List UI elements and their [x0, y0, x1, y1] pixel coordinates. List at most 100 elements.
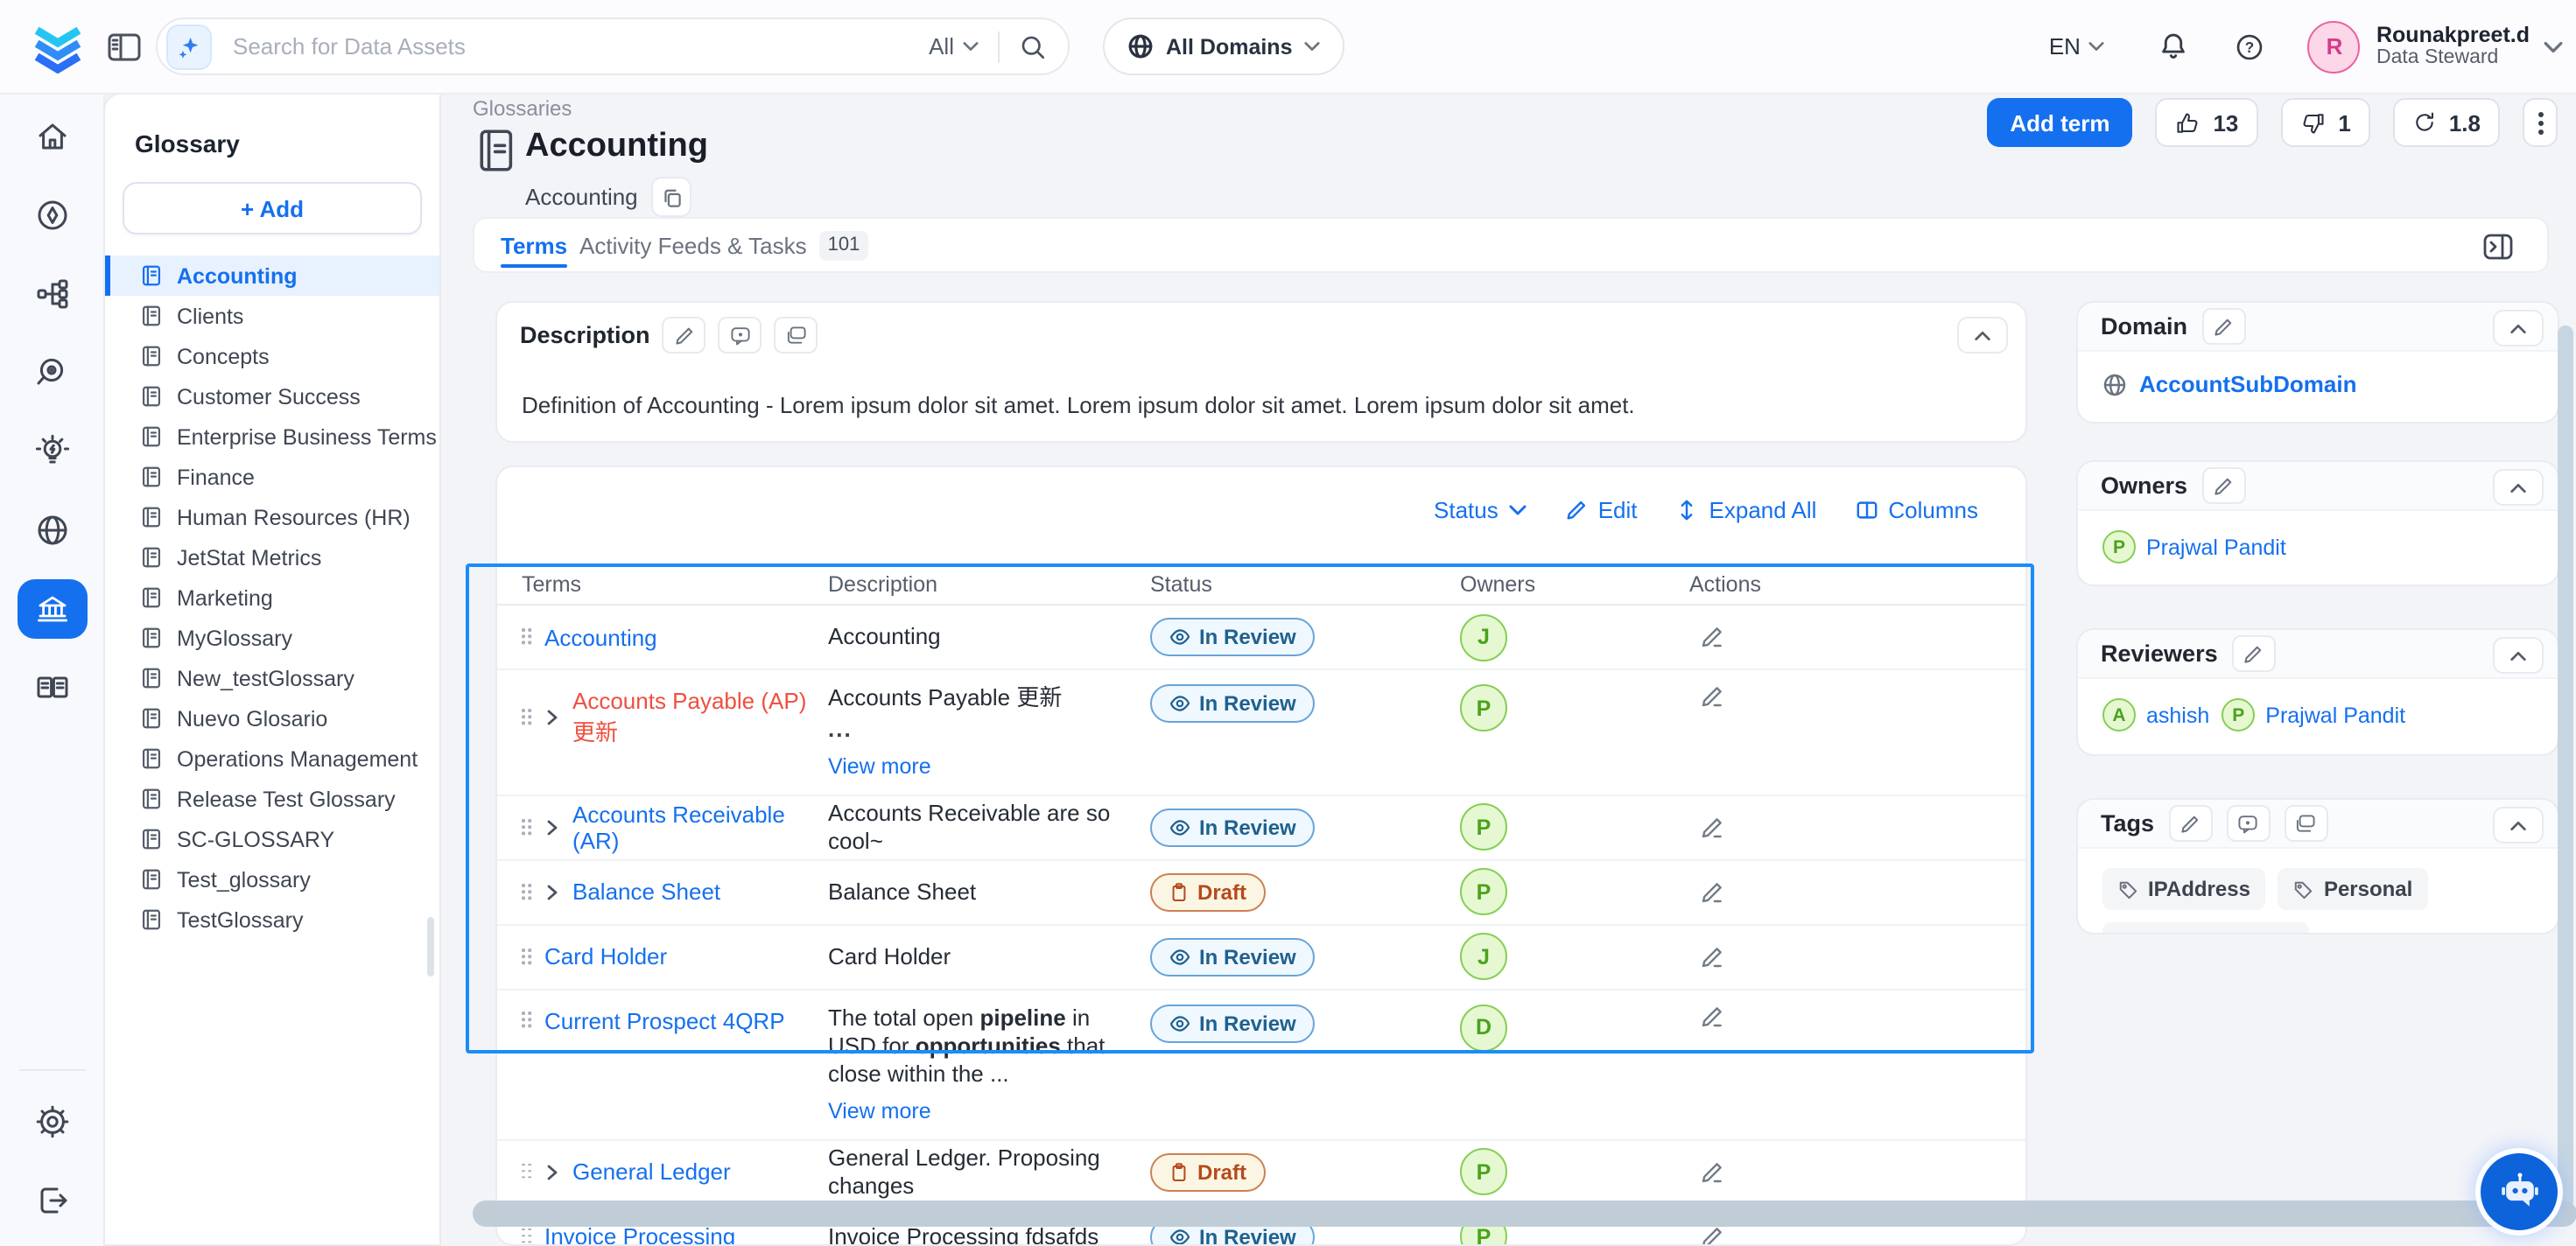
status-badge[interactable]: In Review [1150, 1004, 1316, 1043]
glossary-list-item[interactable]: Nuevo Glosario [105, 698, 439, 738]
comment-tags-button[interactable] [2226, 805, 2270, 842]
status-badge[interactable]: In Review [1150, 938, 1316, 976]
edit-action-icon[interactable] [1700, 684, 1724, 709]
expand-all-button[interactable]: Expand All [1676, 497, 1817, 523]
glossary-list-item[interactable]: Release Test Glossary [105, 779, 439, 819]
edit-description-button[interactable] [663, 317, 706, 354]
nav-insights[interactable] [0, 411, 103, 490]
search-icon[interactable] [1019, 32, 1047, 60]
suggest-tags-button[interactable] [2284, 805, 2327, 842]
edit-owners-button[interactable] [2201, 467, 2245, 504]
horizontal-scrollbar[interactable] [473, 1200, 2576, 1227]
suggestions-button[interactable] [775, 317, 818, 354]
edit-action-icon[interactable] [1700, 1160, 1724, 1185]
nav-explore[interactable] [0, 175, 103, 254]
status-badge[interactable]: Draft [1150, 1153, 1266, 1192]
status-badge[interactable]: In Review [1150, 618, 1316, 656]
version-button[interactable]: 1.8 [2393, 98, 2500, 147]
user-info[interactable]: Rounakpreet.d Data Steward [2376, 22, 2530, 70]
columns-button[interactable]: Columns [1855, 497, 1978, 523]
nav-domains[interactable] [0, 490, 103, 569]
glossary-list-item[interactable]: Enterprise Business Terms [105, 416, 439, 457]
column-header-owners[interactable]: Owners [1439, 572, 1668, 597]
status-badge[interactable]: In Review [1150, 808, 1316, 847]
right-panel-toggle-icon[interactable] [2482, 231, 2514, 262]
collate-logo-icon[interactable] [28, 16, 88, 75]
edit-action-icon[interactable] [1700, 1225, 1724, 1246]
status-filter-dropdown[interactable]: Status [1434, 497, 1527, 523]
nav-logout[interactable] [0, 1160, 103, 1239]
glossary-list-item[interactable]: SC-GLOSSARY [105, 819, 439, 859]
nav-lineage[interactable] [0, 254, 103, 332]
glossary-list-item[interactable]: Human Resources (HR) [105, 497, 439, 537]
glossary-list-item[interactable]: Accounting [105, 256, 439, 296]
expand-row-chevron-icon[interactable] [544, 884, 560, 901]
term-link[interactable]: Balance Sheet [572, 879, 720, 906]
sidebar-toggle-icon[interactable] [107, 30, 142, 65]
glossary-list-item[interactable]: Marketing [105, 578, 439, 618]
glossary-list-item[interactable]: Clients [105, 296, 439, 336]
term-link[interactable]: Accounting [544, 624, 657, 650]
glossary-list-item[interactable]: Customer Success [105, 376, 439, 416]
glossary-list-item[interactable]: Finance [105, 457, 439, 497]
owner-avatar[interactable]: P [1460, 804, 1507, 851]
nav-home[interactable] [0, 96, 103, 175]
vertical-scrollbar[interactable] [2558, 326, 2573, 1209]
owner-name-link[interactable]: Prajwal Pandit [2146, 535, 2286, 559]
owner-avatar[interactable]: D [1460, 1004, 1507, 1052]
column-header-terms[interactable]: Terms [497, 572, 807, 597]
glossary-list-item[interactable]: New_testGlossary [105, 658, 439, 698]
column-header-actions[interactable]: Actions [1668, 572, 2025, 597]
term-link[interactable]: General Ledger [572, 1159, 731, 1186]
tab-activity-feeds[interactable]: Activity Feeds & Tasks 101 [579, 219, 868, 271]
search-input[interactable] [229, 32, 929, 61]
comment-button[interactable] [719, 317, 762, 354]
column-header-description[interactable]: Description [807, 572, 1129, 597]
edit-action-icon[interactable] [1700, 816, 1724, 840]
collapse-description-button[interactable] [1957, 317, 2008, 354]
add-term-button[interactable]: Add term [1987, 98, 2132, 147]
glossary-list-item[interactable]: Concepts [105, 336, 439, 376]
expand-row-chevron-icon[interactable] [544, 709, 560, 726]
sparkle-icon[interactable] [166, 24, 212, 69]
nav-observability[interactable] [0, 332, 103, 411]
expand-row-chevron-icon[interactable] [544, 819, 560, 836]
domain-link[interactable]: AccountSubDomain [2139, 371, 2356, 397]
add-glossary-button[interactable]: + Add [123, 182, 422, 234]
upvote-button[interactable]: 13 [2155, 98, 2257, 147]
chatbot-button[interactable] [2481, 1153, 2558, 1230]
owner-avatar[interactable]: P [1460, 684, 1507, 732]
edit-action-icon[interactable] [1700, 945, 1724, 970]
reviewer-name-link[interactable]: Prajwal Pandit [2265, 703, 2405, 727]
reviewer-name-link[interactable]: ashish [2146, 703, 2209, 727]
owner-avatar[interactable]: J [1460, 613, 1507, 661]
nav-governance[interactable] [0, 569, 103, 648]
term-link[interactable]: Current Prospect 4QRP [544, 1008, 785, 1034]
tab-terms[interactable]: Terms [501, 219, 567, 271]
status-badge[interactable]: In Review [1150, 684, 1316, 723]
drag-handle-icon[interactable] [522, 948, 532, 966]
copy-icon[interactable] [652, 177, 692, 217]
reviewer-entry[interactable]: A ashish [2102, 698, 2209, 732]
chevron-down-icon[interactable] [2544, 39, 2563, 53]
drag-handle-icon[interactable] [522, 1012, 532, 1030]
user-avatar[interactable]: R [2308, 20, 2361, 73]
drag-handle-icon[interactable] [522, 1228, 532, 1246]
drag-handle-icon[interactable] [522, 628, 532, 646]
expand-row-chevron-icon[interactable] [544, 1164, 560, 1181]
more-options-button[interactable] [2523, 98, 2558, 147]
tag-chip[interactable]: Personal [2278, 868, 2428, 910]
drag-handle-icon[interactable] [522, 819, 532, 836]
search-scope-dropdown[interactable]: All [929, 33, 979, 60]
reviewer-entry[interactable]: P Prajwal Pandit [2222, 698, 2405, 732]
nav-settings[interactable] [0, 1082, 103, 1160]
language-selector[interactable]: EN [2049, 33, 2105, 60]
help-icon[interactable]: ? [2235, 31, 2266, 62]
glossary-list-item[interactable]: JetStat Metrics [105, 537, 439, 578]
collapse-reviewers-button[interactable] [2493, 637, 2544, 674]
term-link[interactable]: Invoice Processing [544, 1224, 735, 1246]
glossary-scrollbar[interactable] [427, 917, 434, 976]
edit-action-icon[interactable] [1700, 1004, 1724, 1029]
glossary-list-item[interactable]: MyGlossary [105, 618, 439, 658]
view-more-link[interactable]: View more [828, 1098, 931, 1125]
